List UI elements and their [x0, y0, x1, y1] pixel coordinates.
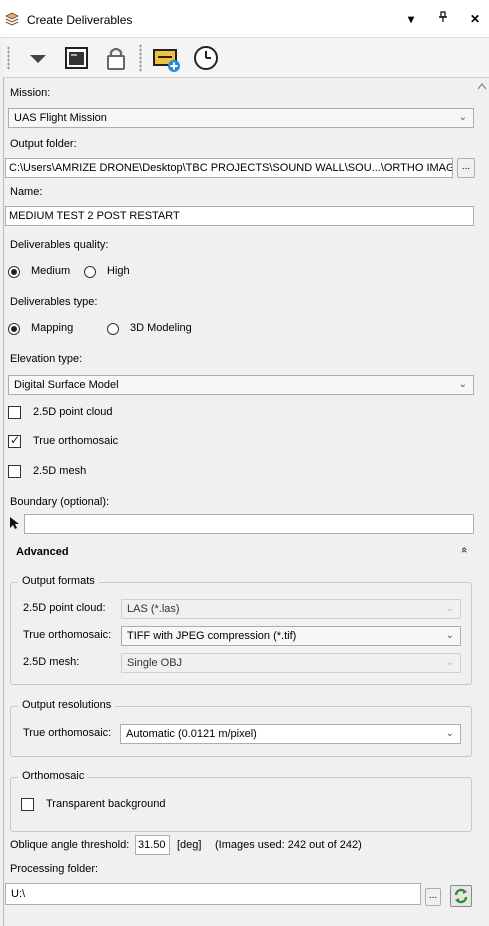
boundary-label: Boundary (optional): — [10, 496, 110, 508]
mesh-checkbox-label: 2.5D mesh — [33, 465, 87, 477]
dropdown-arrow-icon[interactable] — [23, 44, 53, 72]
output-formats-title: Output formats — [18, 575, 99, 587]
point-cloud-checkbox-label: 2.5D point cloud — [33, 406, 113, 418]
quality-medium-label: Medium — [31, 265, 71, 277]
title-bar: Create Deliverables ▾ ✕ — [0, 0, 489, 38]
chevron-down-icon: ⌄ — [445, 630, 454, 641]
elevation-select[interactable]: Digital Surface Model ⌄ — [8, 375, 474, 395]
pin-icon[interactable] — [434, 10, 452, 28]
mission-select[interactable]: UAS Flight Mission ⌄ — [8, 108, 474, 128]
mission-select-value: UAS Flight Mission — [14, 112, 107, 124]
processing-folder-browse-button[interactable]: ... — [425, 888, 441, 906]
quality-high-label: High — [107, 265, 130, 277]
quality-label: Deliverables quality: — [10, 239, 109, 251]
output-folder-value: C:\Users\AMRIZE DRONE\Desktop\TBC PROJEC… — [9, 162, 453, 174]
type-3d-modeling-radio[interactable] — [107, 323, 119, 335]
clock-icon[interactable] — [191, 44, 221, 72]
chevron-down-icon: ⌄ — [445, 728, 454, 739]
close-icon[interactable]: ✕ — [466, 10, 484, 28]
boundary-field[interactable] — [24, 514, 474, 534]
resolution-orthomosaic-value: Automatic (0.0121 m/pixel) — [126, 728, 257, 740]
oblique-angle-label: Oblique angle threshold: — [10, 839, 130, 851]
output-resolutions-title: Output resolutions — [18, 699, 116, 711]
collapse-icon[interactable]: « — [458, 547, 470, 553]
transparent-background-label: Transparent background — [46, 798, 166, 810]
orthomosaic-checkbox[interactable] — [8, 433, 21, 448]
chevron-down-icon: ⌄ — [445, 603, 454, 614]
quality-high-radio[interactable] — [84, 266, 96, 278]
oblique-angle-unit: [deg] — [177, 839, 202, 851]
images-used-text: (Images used: 242 out of 242) — [215, 839, 362, 851]
resolution-orthomosaic-select[interactable]: Automatic (0.0121 m/pixel) ⌄ — [120, 724, 461, 744]
add-deliverable-icon[interactable] — [151, 44, 181, 72]
chevron-down-icon: ⌄ — [458, 112, 467, 123]
scroll-up-icon[interactable] — [477, 82, 487, 90]
refresh-icon — [454, 888, 468, 904]
format-point-cloud-select[interactable]: LAS (*.las) ⌄ — [121, 599, 461, 619]
window-menu-dropdown-icon[interactable]: ▾ — [402, 10, 420, 28]
lock-icon[interactable] — [101, 44, 131, 72]
window-title: Create Deliverables — [27, 13, 133, 27]
type-label: Deliverables type: — [10, 296, 98, 308]
toolbar-separator — [139, 44, 142, 72]
output-folder-field[interactable]: C:\Users\AMRIZE DRONE\Desktop\TBC PROJEC… — [5, 158, 453, 178]
mesh-checkbox[interactable] — [8, 465, 21, 478]
format-mesh-select[interactable]: Single OBJ ⌄ — [121, 653, 461, 673]
format-orthomosaic-label: True orthomosaic: — [23, 629, 112, 641]
type-mapping-radio[interactable] — [8, 323, 20, 335]
chevron-down-icon: ⌄ — [445, 657, 454, 668]
output-folder-label: Output folder: — [10, 138, 77, 150]
format-mesh-value: Single OBJ — [127, 657, 183, 669]
name-value: MEDIUM TEST 2 POST RESTART — [9, 210, 180, 222]
processing-folder-value: U:\ — [11, 888, 26, 900]
advanced-header[interactable]: Advanced — [16, 546, 69, 558]
orthomosaic-checkbox-label: True orthomosaic — [33, 435, 119, 447]
quality-medium-radio[interactable] — [8, 266, 20, 278]
toolbar-grip — [7, 46, 10, 70]
format-point-cloud-value: LAS (*.las) — [127, 603, 180, 615]
panel-border — [3, 78, 4, 926]
type-3d-modeling-label: 3D Modeling — [130, 322, 192, 334]
resolution-orthomosaic-label: True orthomosaic: — [23, 727, 112, 739]
orthomosaic-group-title: Orthomosaic — [18, 770, 89, 782]
chevron-down-icon: ⌄ — [458, 379, 467, 390]
select-arrow-icon[interactable] — [9, 516, 20, 530]
format-orthomosaic-select[interactable]: TIFF with JPEG compression (*.tif) ⌄ — [121, 626, 461, 646]
format-mesh-label: 2.5D mesh: — [23, 656, 80, 668]
name-label: Name: — [10, 186, 43, 198]
type-mapping-label: Mapping — [31, 322, 74, 334]
point-cloud-checkbox[interactable] — [8, 406, 21, 419]
elevation-select-value: Digital Surface Model — [14, 379, 119, 391]
format-point-cloud-label: 2.5D point cloud: — [23, 602, 106, 614]
name-field[interactable]: MEDIUM TEST 2 POST RESTART — [5, 206, 474, 226]
terminal-window-icon[interactable] — [61, 44, 91, 72]
refresh-button[interactable] — [450, 885, 472, 907]
oblique-angle-value: 31.50 — [138, 839, 166, 851]
transparent-background-checkbox[interactable] — [21, 798, 34, 811]
oblique-angle-input[interactable]: 31.50 — [135, 835, 170, 855]
toolbar — [3, 38, 489, 78]
format-orthomosaic-value: TIFF with JPEG compression (*.tif) — [127, 630, 297, 642]
output-folder-browse-button[interactable]: ... — [457, 158, 475, 178]
processing-folder-field[interactable]: U:\ — [5, 883, 421, 905]
processing-folder-label: Processing folder: — [10, 863, 99, 875]
app-layers-icon — [5, 12, 19, 26]
elevation-label: Elevation type: — [10, 353, 83, 365]
mission-label: Mission: — [10, 87, 51, 99]
